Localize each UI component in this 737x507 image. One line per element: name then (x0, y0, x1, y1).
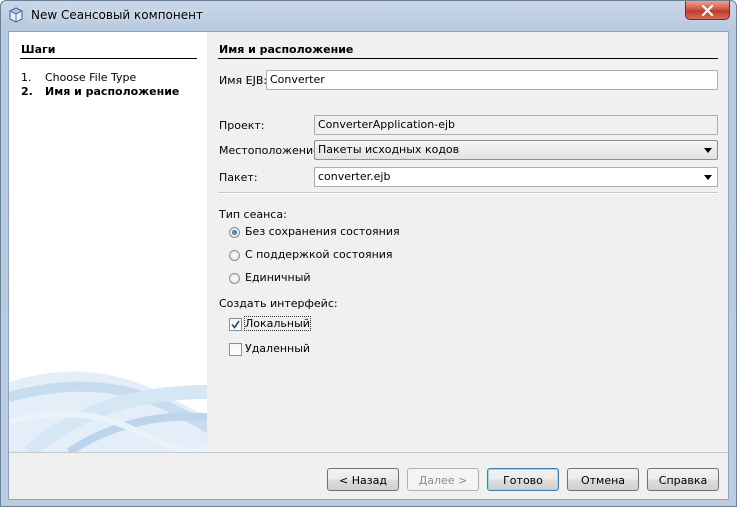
package-combo[interactable]: converter.ejb (314, 167, 718, 187)
ejb-name-label: Имя EJB: (219, 74, 268, 87)
steps-title: Шаги (21, 43, 56, 56)
step-2: 2. Имя и расположение (21, 85, 179, 98)
session-stateless-radio[interactable] (229, 227, 240, 238)
back-button[interactable]: < Назад (327, 468, 399, 491)
cancel-button[interactable]: Отмена (567, 468, 639, 491)
steps-divider (20, 58, 197, 59)
chevron-down-icon (704, 148, 712, 153)
dialog-content: Шаги 1. Choose File Type 2. Имя и располож… (8, 31, 729, 500)
interface-label: Создать интерфейс: (219, 297, 338, 310)
local-interface-label[interactable]: Локальный (244, 316, 311, 331)
session-stateful-label[interactable]: С поддержкой состояния (245, 248, 393, 261)
location-select[interactable]: Пакеты исходных кодов (314, 140, 718, 160)
session-singleton-radio[interactable] (229, 273, 240, 284)
form-panel: Имя и расположение Имя EJB: Converter Пр… (207, 32, 728, 452)
help-button[interactable]: Справка (647, 468, 719, 491)
project-label: Проект: (219, 119, 265, 132)
step-1-label: Choose File Type (45, 71, 137, 84)
chevron-down-icon[interactable] (704, 175, 712, 180)
local-interface-checkbox[interactable] (229, 318, 242, 331)
window-title: New Сеансовый компонент (31, 8, 203, 22)
step-2-label: Имя и расположение (45, 85, 180, 98)
wizard-decoration-image (9, 371, 207, 452)
finish-button[interactable]: Готово (487, 468, 559, 491)
step-2-number: 2. (21, 85, 33, 98)
netbeans-cube-icon (8, 7, 24, 23)
form-separator (218, 192, 718, 194)
close-button[interactable] (685, 1, 730, 20)
title-bar[interactable]: New Сеансовый компонент (1, 1, 736, 31)
ejb-name-input[interactable]: Converter (266, 70, 718, 90)
button-bar-separator (9, 452, 728, 453)
project-field: ConverterApplication-ejb (314, 115, 718, 135)
close-icon (701, 5, 714, 16)
step-1-number: 1. (21, 71, 32, 84)
location-select-value: Пакеты исходных кодов (318, 143, 460, 156)
steps-panel: Шаги 1. Choose File Type 2. Имя и располож… (9, 32, 207, 452)
dialog-window: New Сеансовый компонент Шаги 1. Choose Fi… (0, 0, 737, 507)
section-title: Имя и расположение (219, 43, 354, 56)
session-type-label: Тип сеанса: (219, 208, 287, 221)
package-combo-value: converter.ejb (318, 170, 391, 183)
location-label: Местоположение: (219, 144, 324, 157)
session-stateful-radio[interactable] (229, 250, 240, 261)
step-1: 1. Choose File Type (21, 71, 136, 84)
next-button[interactable]: Далее > (407, 468, 479, 491)
remote-interface-label[interactable]: Удаленный (245, 342, 310, 355)
section-divider (218, 58, 718, 59)
remote-interface-checkbox[interactable] (229, 343, 242, 356)
checkmark-icon (231, 320, 240, 329)
session-stateless-label[interactable]: Без сохранения состояния (245, 225, 400, 238)
session-singleton-label[interactable]: Единичный (245, 271, 311, 284)
package-label: Пакет: (219, 171, 258, 184)
